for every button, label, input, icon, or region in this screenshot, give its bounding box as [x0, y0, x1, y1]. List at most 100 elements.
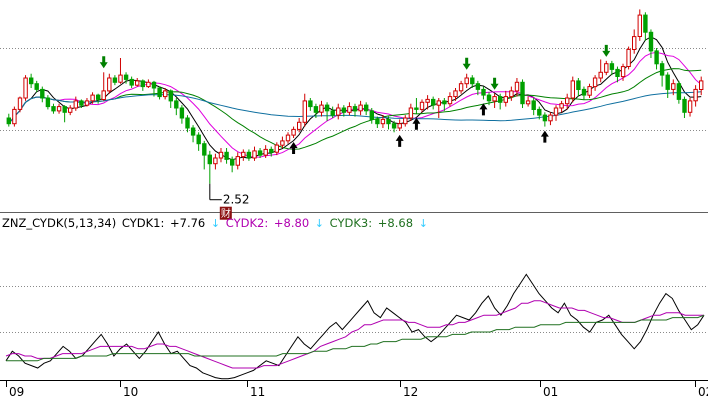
candle — [112, 75, 118, 86]
candle-body — [185, 117, 190, 129]
candle-body — [654, 50, 659, 65]
candle — [604, 60, 609, 76]
candle-body — [112, 77, 118, 83]
candle — [196, 132, 201, 151]
candle-body — [174, 100, 179, 109]
candle-body — [73, 100, 78, 109]
sell-arrow-icon — [490, 77, 499, 90]
candle-body — [375, 118, 380, 125]
candle — [241, 149, 246, 161]
candle-body — [548, 114, 553, 122]
x-axis: 09 10 11 12 01 02 — [6, 380, 708, 399]
candle — [341, 105, 347, 117]
candle — [431, 96, 436, 110]
candle — [436, 98, 442, 118]
candle — [84, 98, 90, 107]
candle-body — [146, 81, 151, 88]
candle — [146, 79, 151, 88]
candle — [29, 73, 34, 88]
candle-body — [96, 94, 101, 100]
cydk2-label: CYDK2: — [225, 216, 269, 230]
candle-body — [62, 106, 67, 113]
candle-body — [637, 14, 642, 37]
candle-body — [414, 107, 419, 110]
candle — [168, 89, 174, 108]
candle — [96, 93, 101, 104]
candle — [179, 105, 185, 124]
x-tick-label: 09 — [9, 385, 24, 399]
candle — [280, 136, 285, 148]
candle-body — [643, 14, 648, 33]
candle — [118, 58, 123, 84]
candle-body — [598, 71, 603, 79]
indicator-legend: ZNZ_CYDK(5,13,34) CYDK1: +7.76 ↓ CYDK2: … — [2, 216, 430, 230]
candle — [665, 72, 670, 98]
candle-body — [620, 66, 626, 78]
candle-body — [364, 104, 369, 112]
candle-body — [358, 104, 363, 112]
candle — [347, 102, 352, 116]
candle — [403, 115, 408, 127]
candle-body — [196, 134, 201, 145]
candle — [324, 102, 330, 121]
candle — [202, 140, 207, 170]
candle — [352, 103, 358, 117]
candle — [319, 100, 324, 117]
candlesticks — [6, 9, 704, 184]
candle — [358, 100, 363, 116]
candle — [548, 112, 553, 126]
candle-body — [313, 106, 319, 113]
candle — [397, 119, 402, 131]
series-cydk3-line — [6, 314, 705, 362]
cydk2-value: +8.80 — [273, 216, 310, 230]
candle — [609, 60, 615, 76]
candle-body — [665, 74, 670, 90]
x-tick-label: 02 — [698, 385, 708, 399]
candle — [682, 96, 687, 118]
candle-body — [553, 107, 559, 116]
sell-arrow-icon — [462, 57, 471, 70]
candle — [632, 29, 637, 54]
candle — [336, 103, 341, 120]
candle — [542, 112, 548, 127]
candle — [235, 152, 241, 170]
candle — [23, 75, 28, 101]
candle — [458, 80, 464, 94]
candle-body — [542, 114, 548, 122]
candle — [45, 95, 51, 110]
candle — [56, 103, 62, 114]
candle-body — [604, 63, 609, 73]
candle-body — [269, 148, 274, 153]
candle — [509, 86, 514, 101]
candle — [190, 125, 196, 143]
candle-body — [632, 36, 637, 50]
candle-body — [190, 127, 196, 136]
candle-body — [218, 151, 224, 159]
series-cydk2-line — [5, 300, 704, 369]
candle — [17, 96, 23, 113]
candle-body — [391, 123, 397, 129]
candle-body — [34, 83, 39, 90]
candle-body — [682, 98, 687, 113]
x-tick-label: 10 — [123, 385, 138, 399]
candle-body — [285, 134, 291, 142]
candle-body — [648, 31, 654, 52]
candle-body — [470, 77, 475, 85]
candle-body — [257, 150, 263, 156]
candle — [308, 98, 313, 111]
candle — [492, 93, 497, 108]
candle-body — [84, 100, 90, 106]
candle-body — [163, 90, 168, 98]
candle-body — [587, 86, 592, 96]
candle-body — [514, 81, 520, 92]
candle — [140, 79, 146, 91]
candle-body — [447, 96, 453, 105]
cydk1-label: CYDK1: — [121, 216, 165, 230]
candle — [531, 98, 536, 116]
candle — [12, 106, 17, 127]
candle — [6, 113, 11, 127]
candle-body — [380, 118, 386, 125]
candle-body — [369, 110, 375, 121]
candle — [213, 153, 218, 170]
candle-body — [352, 106, 358, 112]
